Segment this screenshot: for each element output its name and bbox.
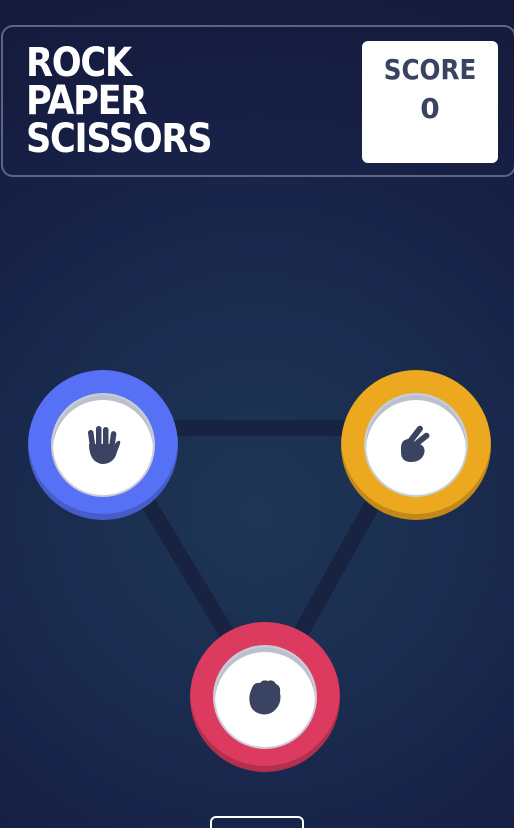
rules-button[interactable] xyxy=(210,816,304,828)
rock-inner xyxy=(215,647,315,747)
rock-button[interactable] xyxy=(190,622,340,772)
game-board xyxy=(0,0,514,828)
hand-paper-icon xyxy=(87,426,121,464)
hand-rock-icon xyxy=(249,680,281,715)
scissors-button[interactable] xyxy=(341,370,491,520)
paper-inner xyxy=(53,395,153,495)
scissors-inner xyxy=(366,395,466,495)
hand-scissors-icon xyxy=(401,425,430,462)
paper-button[interactable] xyxy=(28,370,178,520)
